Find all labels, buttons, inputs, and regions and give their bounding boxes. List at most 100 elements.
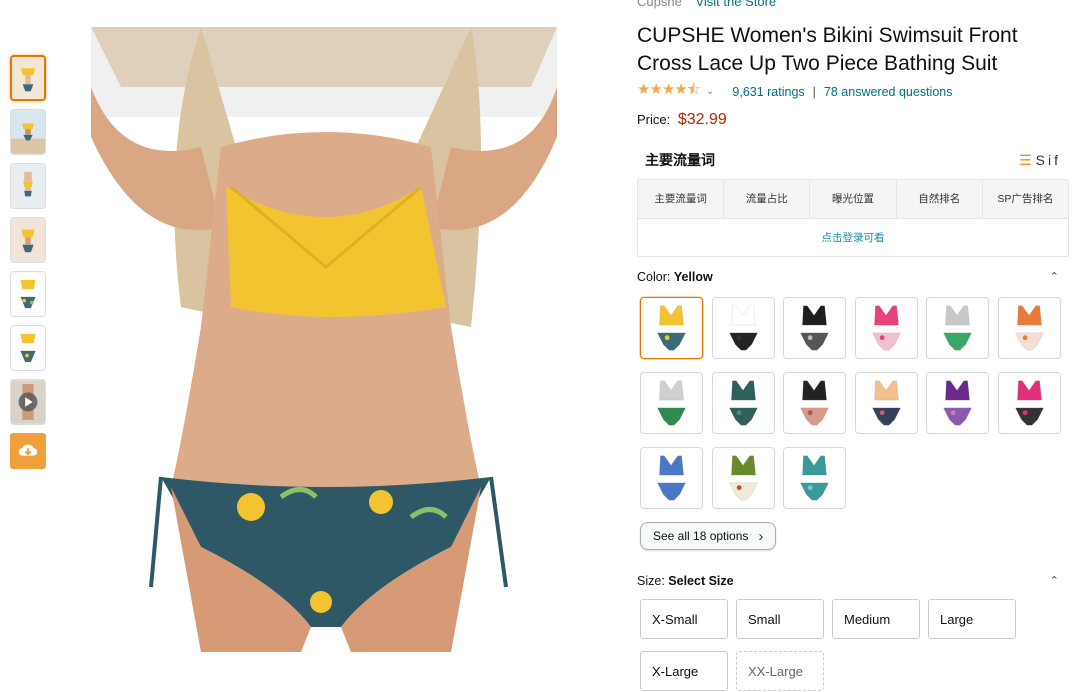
swatch-image — [942, 380, 973, 426]
see-all-options-button[interactable]: See all 18 options › — [640, 522, 777, 550]
traffic-keywords-panel: 主要流量词 ☰ Sif 主要流量词 流量占比 曝光位置 自然排名 SP广告排名 点… — [637, 141, 1069, 257]
swatch-bottom — [871, 332, 901, 351]
sif-brand[interactable]: ☰ Sif — [1019, 152, 1061, 169]
swatch-image — [656, 455, 687, 501]
rating-row: ★★★★⯪ ⌄ 9,631 ratings | 78 answered ques… — [637, 79, 952, 104]
price-label: Price: — [637, 112, 671, 127]
color-swatch[interactable] — [783, 372, 846, 434]
collapse-color-icon[interactable]: ⌃ — [1050, 270, 1059, 283]
traffic-table: 主要流量词 流量占比 曝光位置 自然排名 SP广告排名 点击登录可看 — [637, 179, 1069, 257]
product-title: CUPSHE Women's Bikini Swimsuit Front Cro… — [637, 24, 1018, 75]
ratings-link[interactable]: 9,631 ratings — [732, 85, 804, 99]
cloud-download-icon[interactable] — [10, 433, 46, 469]
color-swatch[interactable] — [640, 447, 703, 509]
swatch-image — [871, 305, 901, 351]
thumbnail-3[interactable] — [10, 163, 46, 209]
swatch-image — [942, 305, 973, 351]
swatch-bottom — [728, 332, 758, 351]
swatch-image — [799, 305, 830, 351]
size-option[interactable]: Small — [736, 599, 824, 639]
thumbnail-video[interactable] — [10, 379, 46, 425]
color-label: Color: Yellow — [637, 270, 713, 284]
color-swatch[interactable] — [711, 447, 775, 509]
thumbnail-1[interactable] — [10, 55, 46, 101]
swatch-top — [1016, 380, 1042, 401]
color-swatch[interactable] — [854, 297, 918, 359]
chevron-down-icon[interactable]: ⌄ — [706, 86, 714, 97]
swatch-top — [730, 305, 756, 326]
swatch-bottom — [728, 482, 758, 501]
swatch-image — [728, 305, 758, 351]
swatch-top — [730, 455, 756, 476]
swatch-accent — [664, 485, 670, 491]
color-swatch[interactable] — [926, 297, 989, 359]
store-link-row: Cupshe Visit the Store — [637, 0, 776, 9]
size-option[interactable]: Large — [928, 599, 1016, 639]
swatch-top — [945, 305, 970, 326]
size-option[interactable]: Medium — [832, 599, 920, 639]
swatch-accent — [950, 410, 956, 416]
swatch-image — [799, 380, 830, 426]
color-swatch[interactable] — [711, 297, 775, 359]
swatch-accent — [736, 485, 742, 491]
thumbnail-4[interactable] — [10, 217, 46, 263]
column-header: 自然排名 — [897, 180, 983, 218]
swatch-image — [1014, 305, 1044, 351]
color-swatch[interactable] — [711, 372, 775, 434]
column-header: 曝光位置 — [810, 180, 897, 218]
swatch-accent — [736, 335, 742, 341]
thumbnail-strip — [10, 55, 46, 469]
swatch-accent — [664, 410, 670, 416]
visit-store-link[interactable]: Visit the Store — [695, 0, 776, 9]
color-swatch[interactable] — [854, 372, 918, 434]
size-option-unavailable[interactable]: XX-Large — [736, 651, 824, 691]
column-header: 流量占比 — [724, 180, 811, 218]
swatch-image — [871, 380, 901, 426]
questions-link[interactable]: 78 answered questions — [824, 85, 953, 99]
collapse-size-icon[interactable]: ⌃ — [1050, 574, 1059, 587]
swatch-bottom — [1014, 332, 1044, 351]
swatch-top — [873, 305, 899, 326]
column-header: SP广告排名 — [997, 193, 1054, 205]
main-product-image[interactable] — [51, 27, 597, 652]
swatch-image — [1014, 380, 1044, 426]
swatch-image — [728, 455, 758, 501]
swatch-top — [873, 380, 899, 401]
color-swatch[interactable] — [997, 297, 1061, 359]
color-selected: Yellow — [673, 270, 713, 284]
swatch-accent — [807, 335, 813, 341]
swatch-bottom — [799, 407, 830, 426]
swatch-bottom — [1014, 407, 1044, 426]
swatch-bottom — [728, 407, 758, 426]
thumbnail-5[interactable] — [10, 271, 46, 317]
color-swatch[interactable] — [640, 372, 703, 434]
swatch-top — [659, 380, 684, 401]
swatch-bottom — [656, 407, 687, 426]
chevron-right-icon: › — [758, 527, 764, 545]
swatch-accent — [807, 485, 813, 491]
see-all-label: See all 18 options — [653, 529, 749, 543]
swatch-bottom — [656, 482, 687, 501]
swatch-top — [659, 455, 684, 476]
swatch-bottom — [656, 332, 687, 351]
color-swatch[interactable] — [783, 297, 846, 359]
swatch-image — [656, 305, 687, 351]
color-swatch[interactable] — [640, 297, 703, 359]
thumbnail-6[interactable] — [10, 325, 46, 371]
price-value: $32.99 — [677, 111, 727, 128]
swatch-bottom — [942, 407, 973, 426]
size-option[interactable]: X-Small — [640, 599, 728, 639]
color-swatch[interactable] — [783, 447, 846, 509]
size-option[interactable]: X-Large — [640, 651, 728, 691]
color-swatch[interactable] — [926, 372, 989, 434]
brand-name: Cupshe — [637, 0, 682, 9]
rating-separator: | — [812, 84, 816, 99]
swatch-top — [1016, 305, 1042, 326]
login-to-view-link[interactable]: 点击登录可看 — [638, 219, 1068, 256]
thumbnail-2[interactable] — [10, 109, 46, 155]
swatch-bottom — [799, 332, 830, 351]
star-rating-icon[interactable]: ★★★★⯪ — [637, 79, 701, 104]
swatch-accent — [664, 335, 670, 341]
color-swatch[interactable] — [997, 372, 1061, 434]
swatch-accent — [879, 335, 885, 341]
